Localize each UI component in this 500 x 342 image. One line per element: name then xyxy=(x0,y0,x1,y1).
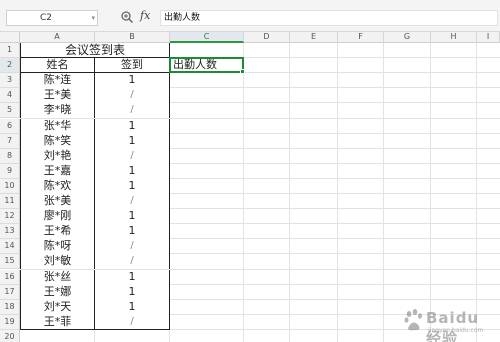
name-cell[interactable]: 王*希 xyxy=(20,224,95,240)
column-header-c[interactable]: C xyxy=(170,32,244,43)
signin-cell[interactable]: 1 xyxy=(95,178,170,194)
spreadsheet-grid[interactable]: A B C D E F G H I 1 2 3 4 5 6 7 8 9 10 11 12 13 14 15 16 17 18 19 20… xyxy=(0,32,500,342)
signin-cell[interactable]: / xyxy=(95,239,170,255)
row-header-11[interactable]: 11 xyxy=(0,194,20,210)
name-cell[interactable]: 张*美 xyxy=(20,194,95,210)
name-cell[interactable]: 陈*笑 xyxy=(20,133,95,149)
watermark-url: jingyan.baidu.com xyxy=(428,327,484,334)
name-cell[interactable]: 王*娜 xyxy=(20,284,95,300)
column-header-e[interactable]: E xyxy=(290,32,338,43)
column-header-b[interactable]: B xyxy=(95,32,170,43)
signin-cell[interactable]: 1 xyxy=(95,118,170,134)
row-header-7[interactable]: 7 xyxy=(0,133,20,149)
name-cell[interactable]: 李*晓 xyxy=(20,103,95,119)
formula-bar: C2 ▾ fx 出勤人数 xyxy=(0,0,500,32)
chevron-down-icon[interactable]: ▾ xyxy=(91,11,95,25)
sheet-title-cell[interactable]: 会议签到表 xyxy=(20,43,170,59)
header-name-cell[interactable]: 姓名 xyxy=(20,58,95,74)
signin-cell[interactable]: 1 xyxy=(95,269,170,285)
selected-cell-border xyxy=(169,57,244,74)
column-header-a[interactable]: A xyxy=(20,32,95,43)
fill-handle[interactable] xyxy=(240,69,245,75)
row-header-13[interactable]: 13 xyxy=(0,224,20,240)
signin-cell[interactable]: 1 xyxy=(95,284,170,300)
row-header-9[interactable]: 9 xyxy=(0,163,20,179)
row-header-6[interactable]: 6 xyxy=(0,118,20,134)
fx-icon[interactable]: fx xyxy=(140,9,150,22)
name-cell[interactable]: 刘*天 xyxy=(20,299,95,315)
baidu-watermark: Baidu经验 jingyan.baidu.com xyxy=(404,308,494,342)
name-cell[interactable]: 廖*刚 xyxy=(20,209,95,225)
row-header-15[interactable]: 15 xyxy=(0,254,20,270)
row-header-12[interactable]: 12 xyxy=(0,209,20,225)
row-header-20[interactable]: 20 xyxy=(0,329,20,342)
signin-cell[interactable]: 1 xyxy=(95,299,170,315)
signin-cell[interactable]: 1 xyxy=(95,73,170,89)
row-header-2[interactable]: 2 xyxy=(0,58,20,74)
name-cell[interactable]: 张*丝 xyxy=(20,269,95,285)
row-header-1[interactable]: 1 xyxy=(0,43,20,59)
header-signin-cell[interactable]: 签到 xyxy=(95,58,170,74)
name-box[interactable]: C2 ▾ xyxy=(6,10,98,26)
column-header-d[interactable]: D xyxy=(244,32,290,43)
name-cell[interactable]: 张*华 xyxy=(20,118,95,134)
name-cell[interactable]: 王*嘉 xyxy=(20,163,95,179)
row-header-18[interactable]: 18 xyxy=(0,299,20,315)
signin-cell[interactable]: 1 xyxy=(95,209,170,225)
row-header-19[interactable]: 19 xyxy=(0,314,20,330)
row-header-10[interactable]: 10 xyxy=(0,178,20,194)
select-all-corner[interactable] xyxy=(0,32,20,43)
watermark-text: Baidu经验 xyxy=(426,309,480,342)
signin-cell[interactable]: / xyxy=(95,314,170,330)
row-header-8[interactable]: 8 xyxy=(0,148,20,164)
signin-cell[interactable]: 1 xyxy=(95,224,170,240)
name-cell[interactable]: 王*菲 xyxy=(20,314,95,330)
row-header-17[interactable]: 17 xyxy=(0,284,20,300)
signin-cell[interactable]: / xyxy=(95,254,170,270)
row-header-3[interactable]: 3 xyxy=(0,73,20,89)
signin-cell[interactable]: / xyxy=(95,194,170,210)
column-header-h[interactable]: H xyxy=(431,32,477,43)
paw-logo-icon xyxy=(404,309,422,331)
row-header-14[interactable]: 14 xyxy=(0,239,20,255)
signin-cell[interactable]: / xyxy=(95,148,170,164)
row-header-5[interactable]: 5 xyxy=(0,103,20,119)
name-cell[interactable]: 陈*连 xyxy=(20,73,95,89)
signin-cell[interactable]: 1 xyxy=(95,163,170,179)
formula-input[interactable]: 出勤人数 xyxy=(160,10,498,26)
signin-cell[interactable]: 1 xyxy=(95,133,170,149)
name-cell[interactable]: 陈*呀 xyxy=(20,239,95,255)
signin-cell[interactable]: / xyxy=(95,103,170,119)
row-header-4[interactable]: 4 xyxy=(0,88,20,104)
signin-cell[interactable]: / xyxy=(95,88,170,104)
name-cell[interactable]: 陈*欢 xyxy=(20,178,95,194)
zoom-icon[interactable] xyxy=(120,10,134,24)
column-header-g[interactable]: G xyxy=(384,32,431,43)
cell-reference: C2 xyxy=(39,13,52,23)
column-header-i[interactable]: I xyxy=(477,32,500,43)
name-cell[interactable]: 刘*敏 xyxy=(20,254,95,270)
name-cell[interactable]: 王*美 xyxy=(20,88,95,104)
column-header-f[interactable]: F xyxy=(338,32,384,43)
row-header-16[interactable]: 16 xyxy=(0,269,20,285)
name-cell[interactable]: 刘*艳 xyxy=(20,148,95,164)
